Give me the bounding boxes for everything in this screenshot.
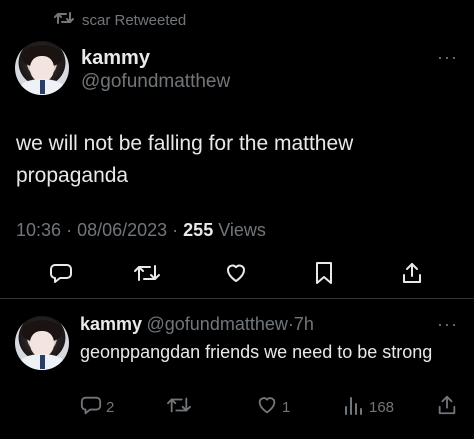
tweet-meta: 10:36 · 08/06/2023 · 255 Views — [16, 220, 266, 241]
share-button[interactable] — [398, 261, 426, 289]
more-options-button[interactable]: ··· — [437, 47, 458, 68]
views-count: 168 — [369, 398, 395, 416]
reply-count: 2 — [106, 398, 115, 416]
reply-author-handle[interactable]: @gofundmatthew — [147, 314, 288, 334]
bookmark-icon — [313, 261, 335, 290]
reply-icon — [49, 261, 73, 290]
tweet-time[interactable]: 10:36 — [16, 220, 61, 240]
separator: · — [172, 220, 184, 240]
reply-header: kammy @gofundmatthew·7h — [80, 314, 314, 335]
reply-text: geonppangdan friends we need to be stron… — [80, 342, 433, 362]
author-name[interactable]: kammy — [81, 47, 150, 70]
reply-retweet-button[interactable] — [167, 395, 191, 419]
reply-like-button[interactable]: 1 — [256, 395, 290, 419]
share-icon — [400, 261, 424, 290]
avatar[interactable] — [15, 41, 69, 95]
views-icon — [343, 394, 365, 421]
author-handle[interactable]: @gofundmatthew — [81, 71, 230, 93]
reply-reply-button[interactable]: 2 — [80, 395, 114, 419]
share-icon — [436, 394, 458, 421]
reply-share-button[interactable] — [436, 395, 458, 419]
bookmark-button[interactable] — [310, 261, 338, 289]
divider — [0, 298, 474, 299]
reply-more-options-button[interactable]: ··· — [437, 314, 458, 335]
reply-avatar[interactable] — [15, 316, 69, 370]
heart-icon — [256, 394, 278, 421]
views-label: Views — [218, 220, 266, 240]
retweet-text[interactable]: scar Retweeted — [82, 12, 186, 29]
separator: · — [66, 220, 78, 240]
like-count: 1 — [282, 398, 291, 416]
retweet-header: scar Retweeted — [54, 10, 186, 30]
reply-author-name[interactable]: kammy — [80, 314, 142, 334]
reply-age[interactable]: 7h — [294, 314, 314, 334]
tweet-text: we will not be falling for the matthew p… — [16, 132, 354, 187]
reply-icon — [80, 394, 102, 421]
tweet-date[interactable]: 08/06/2023 — [77, 220, 167, 240]
reply-button[interactable] — [47, 261, 75, 289]
retweet-button[interactable] — [133, 261, 161, 289]
heart-icon — [224, 261, 248, 290]
retweet-icon — [167, 394, 191, 421]
reply-views-button[interactable]: 168 — [343, 395, 394, 419]
views-count: 255 — [183, 220, 214, 240]
retweet-icon — [134, 261, 160, 290]
retweet-icon — [54, 10, 74, 30]
like-button[interactable] — [222, 261, 250, 289]
